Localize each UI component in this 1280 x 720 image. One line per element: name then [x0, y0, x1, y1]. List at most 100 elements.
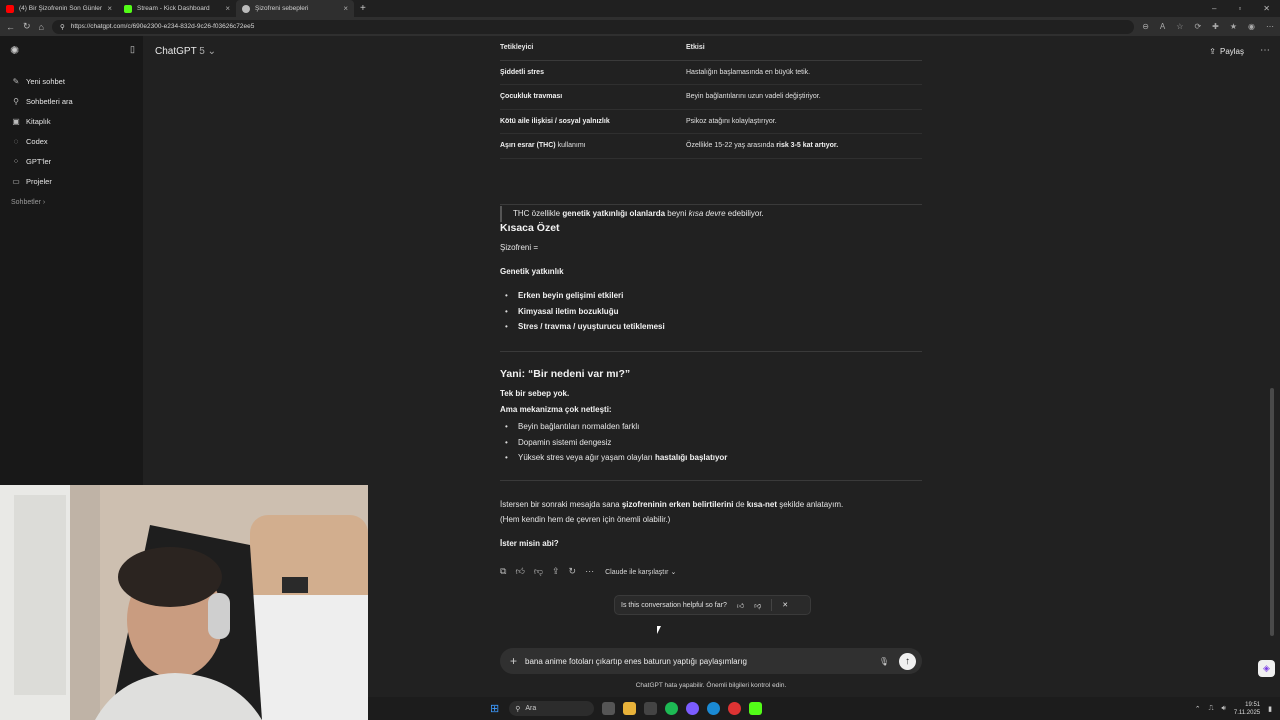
profile-icon[interactable]: ◉	[1248, 22, 1255, 31]
puzzle-icon[interactable]: ✚	[1212, 22, 1219, 31]
microphone-icon[interactable]: 🎙︎	[879, 657, 889, 666]
sidebar-section-chats[interactable]: Sohbetler ›	[0, 199, 143, 206]
extensions-icon[interactable]: ⟳	[1194, 22, 1201, 31]
read-aloud-icon[interactable]: A	[1160, 22, 1165, 31]
home-icon[interactable]: ⌂	[39, 22, 44, 32]
bold-text: Erken beyin gelişimi etkileri	[518, 291, 624, 300]
browser-tab[interactable]: Stream - Kick Dashboard ×	[118, 0, 236, 17]
regenerate-icon[interactable]: ↻	[569, 566, 577, 577]
assistant-extension-icon[interactable]: ◈	[1258, 660, 1275, 677]
text: İstersen bir sonraki mesajda sana	[500, 500, 622, 509]
close-window-button[interactable]: ✕	[1263, 4, 1270, 13]
paragraph: Genetik yatkınlık	[500, 267, 564, 276]
file-explorer-icon[interactable]	[623, 702, 637, 715]
clock[interactable]: 19:51 7.11.2025	[1234, 701, 1260, 717]
add-attachment-icon[interactable]: +	[510, 654, 517, 668]
section-heading: Kısaca Özet	[500, 222, 560, 234]
webcam-overlay	[0, 485, 368, 720]
network-icon[interactable]: ⎍	[1209, 705, 1214, 713]
more-icon[interactable]: ⋯	[585, 566, 594, 577]
column-header: Tetikleyici	[500, 36, 686, 61]
cell-text: Kötü aile ilişkisi / sosyal yalnızlık	[500, 117, 610, 125]
store-icon[interactable]	[644, 702, 658, 715]
send-button[interactable]: ↑	[899, 652, 916, 670]
favorite-icon[interactable]: ☆	[1176, 22, 1183, 31]
zoom-icon[interactable]: ⊖	[1142, 22, 1149, 31]
more-options-icon[interactable]: ⋯	[1260, 45, 1270, 56]
edit-icon: ✎	[12, 76, 20, 86]
openai-logo-icon[interactable]: ✺	[10, 44, 19, 57]
address-bar: ← ↻ ⌂ ⚲ https://chatgpt.com/c/690e2300-e…	[0, 17, 1280, 36]
time: 19:51	[1245, 701, 1261, 708]
chrome-icon[interactable]	[728, 702, 742, 715]
sidebar-item-label: Kitaplık	[26, 116, 51, 126]
compare-button[interactable]: Claude ile karşılaştır ⌄	[605, 568, 676, 576]
quote-text: edebiliyor.	[725, 209, 764, 218]
sidebar-item-projects[interactable]: ▭ Projeler	[0, 171, 143, 191]
notification-icon[interactable]: ▮	[1268, 705, 1272, 713]
bold-text: Ama mekanizma çok netleşti:	[500, 405, 612, 414]
maximize-button[interactable]: ▫	[1238, 4, 1241, 13]
back-icon[interactable]: ←	[6, 22, 15, 32]
browser-tab-active[interactable]: Şizofreni sebepleri ×	[236, 0, 354, 17]
sidebar-item-search[interactable]: ⚲ Sohbetleri ara	[0, 91, 143, 111]
windows-start-icon[interactable]: ⊞	[490, 702, 499, 715]
discord-icon[interactable]	[686, 702, 700, 715]
quote-text: beyni	[665, 209, 689, 218]
sidebar-item-gpts[interactable]: ⁘ GPT'ler	[0, 151, 143, 171]
cell-text-bold: Aşırı esrar (THC)	[500, 142, 556, 150]
new-tab-button[interactable]: +	[354, 3, 372, 14]
sidebar-item-library[interactable]: ▣ Kitaplık	[0, 111, 143, 131]
share-icon[interactable]: ⇪	[552, 566, 560, 577]
webcam-image	[0, 485, 368, 720]
close-icon[interactable]: ×	[343, 4, 348, 13]
divider	[500, 351, 922, 352]
table-row: Aşırı esrar (THC) kullanımı Özellikle 15…	[500, 133, 922, 159]
cell-text: kullanımı	[555, 142, 586, 150]
table-cell: Kötü aile ilişkisi / sosyal yalnızlık	[500, 109, 686, 134]
menu-icon[interactable]: ⋯	[1266, 22, 1274, 31]
minimize-button[interactable]: –	[1212, 4, 1216, 13]
library-icon: ▣	[12, 116, 20, 126]
edge-icon[interactable]	[707, 702, 721, 715]
task-view-icon[interactable]	[602, 702, 616, 715]
browser-tab[interactable]: (4) Bir Şizofrenin Son Günleri - Yo ×	[0, 0, 118, 17]
sidebar-item-codex[interactable]: ◌ Codex	[0, 131, 143, 151]
chevron-up-icon[interactable]: ⌃	[1195, 705, 1201, 713]
gpts-icon: ⁘	[12, 156, 20, 166]
youtube-icon	[6, 4, 14, 13]
kick-app-icon[interactable]	[749, 702, 763, 715]
separator	[771, 599, 773, 611]
close-icon[interactable]: ×	[225, 4, 230, 13]
collections-icon[interactable]: ★	[1230, 22, 1237, 31]
message-composer[interactable]: + bana anime fotoları çıkartıp enes batu…	[500, 648, 922, 674]
window-controls: – ▫ ✕	[1212, 4, 1280, 13]
url-field[interactable]: ⚲ https://chatgpt.com/c/690e2300-e234-83…	[51, 19, 1135, 34]
taskbar-search[interactable]: ⚲ Ara	[509, 701, 595, 716]
taskbar-apps	[602, 702, 763, 715]
thumbs-up-icon[interactable]: 👍︎	[737, 601, 744, 610]
thumbs-up-icon[interactable]: 👍︎	[515, 566, 524, 577]
sidebar-toggle-icon[interactable]: ▯	[130, 44, 135, 57]
message-input[interactable]: bana anime fotoları çıkartıp enes baturu…	[525, 657, 879, 666]
reload-icon[interactable]: ↻	[23, 21, 31, 32]
sidebar: ✺ ▯ ✎ Yeni sohbet ⚲ Sohbetleri ara ▣ Kit…	[0, 36, 143, 485]
close-icon[interactable]: ×	[107, 4, 112, 13]
feedback-question: Is this conversation helpful so far?	[621, 601, 727, 609]
site-info-icon[interactable]: ⚲	[60, 23, 65, 31]
sidebar-item-new-chat[interactable]: ✎ Yeni sohbet	[0, 71, 143, 91]
bold-text: İster misin abi?	[500, 539, 559, 548]
model-selector[interactable]: ChatGPT 5 ⌄	[155, 46, 216, 57]
spotify-icon[interactable]	[665, 702, 679, 715]
close-icon[interactable]: ✕	[782, 601, 788, 609]
share-button[interactable]: ⇪ Paylaş	[1209, 47, 1244, 56]
search-label: Ara	[525, 705, 537, 712]
scrollbar[interactable]	[1270, 388, 1274, 636]
copy-icon[interactable]: ⧉	[500, 566, 506, 577]
list-item: Erken beyin gelişimi etkileri	[500, 291, 665, 307]
sidebar-item-label: Codex	[26, 136, 48, 146]
thumbs-down-icon[interactable]: 👎︎	[754, 601, 761, 610]
share-icon: ⇪	[1209, 46, 1216, 56]
volume-icon[interactable]: 🔊︎	[1221, 705, 1225, 713]
thumbs-down-icon[interactable]: 👎︎	[534, 566, 543, 577]
